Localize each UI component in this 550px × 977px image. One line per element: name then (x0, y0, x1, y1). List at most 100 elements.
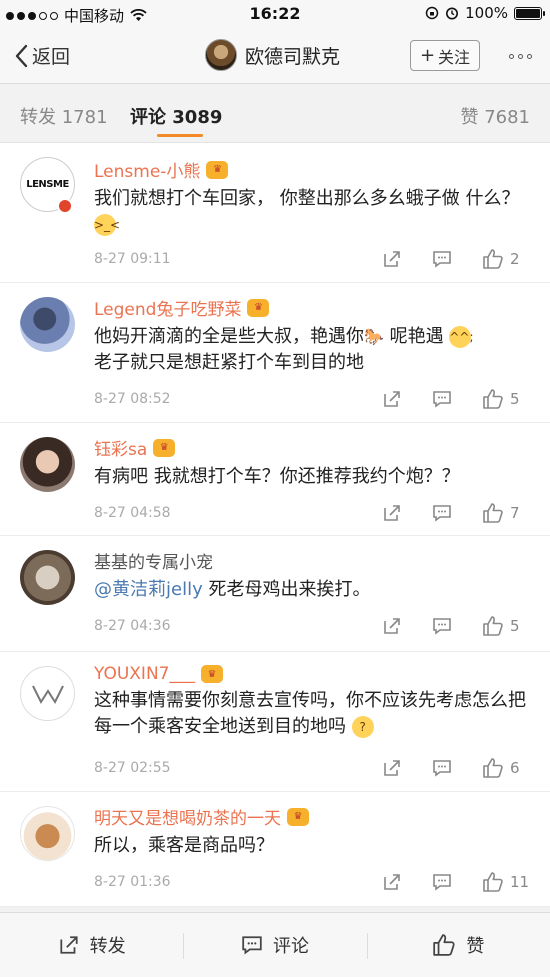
status-right: 100% (425, 4, 545, 22)
comment-time: 8-27 02:55 (94, 760, 171, 776)
like-action[interactable]: 11 (482, 871, 532, 893)
more-button[interactable] (509, 54, 532, 59)
thumbs-up-icon (483, 872, 503, 892)
repost-action[interactable] (382, 389, 432, 409)
comment-icon (433, 874, 451, 891)
sweat-emoji-icon: ^^; (449, 326, 474, 348)
comment-text: 所以，乘客是商品吗？ (94, 835, 274, 856)
reply-action[interactable] (432, 503, 482, 523)
comment-username[interactable]: YOUXIN7___ ♛ (94, 664, 532, 684)
repost-action[interactable] (382, 249, 432, 269)
repost-action[interactable] (382, 616, 432, 636)
repost-action[interactable] (382, 758, 432, 778)
comment-actions: 7 (382, 502, 532, 524)
comment-actions: 11 (382, 871, 532, 893)
active-tab-indicator (157, 134, 203, 137)
like-action[interactable]: 5 (482, 615, 532, 637)
comment-actions: 2 (382, 248, 532, 270)
share-icon (384, 251, 400, 267)
comment-username[interactable]: Lensme-小熊 ♛ (94, 157, 532, 182)
comment-time: 8-27 04:58 (94, 505, 171, 521)
comment-time: 8-27 04:36 (94, 618, 171, 634)
comment-username[interactable]: Legend兔子吃野菜 ♛ (94, 295, 532, 320)
comment-item[interactable]: LENSME Lensme-小熊 ♛ 我们就想打个车回家， 你整出那么多幺蛾子做… (0, 143, 550, 283)
username-text: Legend兔子吃野菜 (94, 300, 242, 320)
vip-crown-icon: ♛ (287, 807, 309, 826)
username-text: Lensme-小熊 (94, 162, 201, 182)
comment-username[interactable]: 基基的专属小宠 (94, 548, 532, 573)
nav-user[interactable]: 欧德司默克 (205, 39, 340, 71)
repost-action[interactable] (382, 872, 432, 892)
comment-actions: 5 (382, 388, 532, 410)
avatar[interactable] (20, 806, 75, 861)
thumbs-up-icon (433, 934, 455, 956)
comment-username[interactable]: 明天又是想喝奶茶的一天 ♛ (94, 804, 532, 829)
avatar-logo-text: LENSME (26, 179, 69, 190)
username-text: YOUXIN7___ (94, 664, 195, 684)
username-text: 钰彩sa (94, 440, 148, 460)
comment-icon (433, 505, 451, 522)
reply-action[interactable] (432, 249, 482, 269)
avatar[interactable] (20, 550, 75, 605)
more-dot-icon (527, 54, 532, 59)
repost-label: 转发 (89, 936, 126, 957)
like-action[interactable]: 7 (482, 502, 532, 524)
status-bar: 中国移动 16:22 100% (0, 0, 550, 28)
comment-text: @黄洁莉jelly 死老母鸡出来挨打。 (94, 577, 532, 603)
thumbs-up-icon (483, 249, 503, 269)
comment-icon (433, 760, 451, 777)
avatar[interactable] (20, 437, 75, 492)
comment-label: 评论 (272, 936, 309, 957)
like-action[interactable]: 2 (482, 248, 532, 270)
comment-time: 8-27 01:36 (94, 874, 171, 890)
repost-button[interactable]: 转发 (0, 913, 183, 977)
vip-crown-icon: ♛ (153, 438, 176, 457)
like-action[interactable]: 5 (482, 388, 532, 410)
wings-logo-icon (31, 685, 64, 704)
comment-item[interactable]: 明天又是想喝奶茶的一天 ♛ 所以，乘客是商品吗？ 8-27 01:36 11 (0, 792, 550, 907)
share-icon (384, 760, 400, 776)
tab-repost[interactable]: 转发 1781 (20, 103, 108, 129)
like-count: 2 (510, 250, 520, 268)
comment-text-content: 老子就只是想赶紧打个车到目的地 (94, 352, 364, 373)
comment-text-content: 呢艳遇 (383, 326, 450, 347)
thumbs-up-icon (483, 758, 503, 778)
avatar[interactable] (20, 666, 75, 721)
vip-crown-icon: ♛ (200, 665, 223, 683)
comment-username[interactable]: 钰彩sa ♛ (94, 435, 532, 460)
verified-badge-icon (57, 198, 73, 214)
reply-action[interactable] (432, 616, 482, 636)
thumbs-up-icon (483, 389, 503, 409)
follow-button[interactable]: + 关注 (410, 40, 480, 71)
battery-icon (514, 6, 545, 20)
user-avatar[interactable] (205, 39, 237, 71)
comment-item[interactable]: 钰彩sa ♛ 有病吧 我就想打个车？你还推荐我约个炮？？ 8-27 04:58 … (0, 423, 550, 536)
repost-action[interactable] (382, 503, 432, 523)
comment-item[interactable]: Legend兔子吃野菜 ♛ 他妈开滴滴的全是些大叔，艳遇你🐎 呢艳遇 ^^; 老… (0, 283, 550, 423)
more-dot-icon (518, 54, 523, 59)
share-icon (384, 618, 400, 634)
comment-actions: 6 (382, 757, 532, 779)
comment-icon (242, 936, 262, 955)
reply-action[interactable] (432, 758, 482, 778)
vip-crown-icon: ♛ (206, 160, 229, 179)
like-button[interactable]: 赞 (366, 913, 550, 977)
reply-action[interactable] (432, 872, 482, 892)
reply-action[interactable] (432, 389, 482, 409)
angry-emoji-icon: >_< (94, 214, 120, 236)
comment-item[interactable]: YOUXIN7___ ♛ 这种事情需要你刻意去宣传吗，你不应该先考虑怎么把每一个… (0, 652, 550, 792)
comment-button[interactable]: 评论 (183, 913, 366, 977)
like-action[interactable]: 6 (482, 757, 532, 779)
comment-item[interactable]: 基基的专属小宠 @黄洁莉jelly 死老母鸡出来挨打。 8-27 04:36 5 (0, 536, 550, 652)
thumbs-up-icon (483, 503, 503, 523)
share-icon (60, 936, 78, 954)
back-button[interactable]: 返回 (14, 42, 70, 69)
mention-link[interactable]: @黄洁莉jelly (94, 579, 203, 600)
tab-comments[interactable]: 评论 3089 (130, 103, 222, 129)
tab-likes[interactable]: 赞 7681 (460, 103, 530, 129)
username-text: 基基的专属小宠 (94, 553, 213, 573)
thinking-emoji-icon: ? (351, 716, 374, 738)
comment-text-content: 死老母鸡出来挨打。 (202, 579, 371, 600)
avatar[interactable] (20, 297, 75, 352)
comment-time: 8-27 09:11 (94, 251, 171, 267)
